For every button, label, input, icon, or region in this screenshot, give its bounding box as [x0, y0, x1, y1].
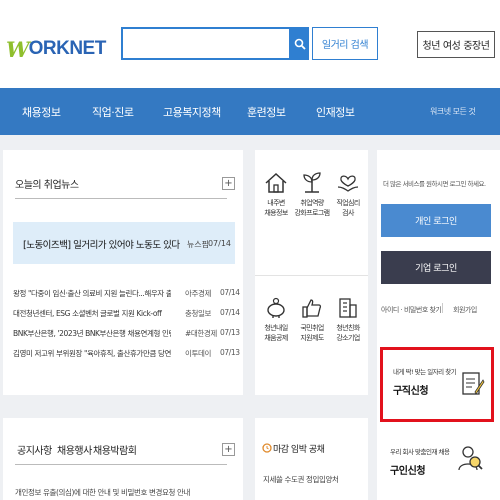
login-note: 더 많은 서비스를 원하시면 로그인 하세요.: [383, 180, 486, 188]
notice-item[interactable]: 개인정보 유출(의심)에 대한 안내 및 비밀번호 변경요청 안내: [15, 487, 190, 498]
news-item[interactable]: 왕정 "다중이 임신·출산 의료비 지원 늘린다...해우자 출산휴... 아주…: [13, 286, 240, 306]
talent-search-icon: [458, 446, 483, 471]
notice-panel: 공지사항 채용행사 채용박람회 + 개인정보 유출(의심)에 대한 안내 및 비…: [3, 418, 243, 500]
news-item-source: #대한경제: [185, 329, 217, 338]
service-label: 검사: [342, 209, 354, 217]
service-label: 내주변: [267, 199, 285, 207]
heart-hand-icon: [337, 175, 359, 192]
job-card-subtitle: 내게 딱! 맞는 일자리 찾기: [393, 368, 457, 376]
news-item[interactable]: BNK부산은행, '2023년 BNK부산은행 채용연계형 인턴십 체... #…: [13, 326, 240, 346]
notice-more-button[interactable]: +: [222, 443, 235, 456]
featured-news[interactable]: [노동이즈백] 일거리가 있어야 노동도 있다 뉴스핌 07/14: [13, 222, 235, 264]
service-label: 직업심리: [336, 199, 360, 207]
deadline-item[interactable]: 지세쓸 수도권 정입입양처: [263, 474, 339, 485]
news-item-title: BNK부산은행, '2023년 BNK부산은행 채용연계형 인턴십 체...: [13, 329, 171, 338]
service-employability[interactable]: 취업역량 강화프로그램: [293, 170, 331, 218]
hiring-application-card[interactable]: 우리 회사 맞춤인재 채용 구인신청: [380, 430, 494, 496]
news-item-date: 07/13: [220, 348, 240, 357]
deadline-title: 마감 임박 공채: [273, 445, 325, 455]
sprout-icon: [303, 172, 321, 193]
quick-link-middle-aged[interactable]: 중장년: [463, 37, 490, 52]
divider: [442, 303, 443, 313]
logo-initial: W: [6, 36, 30, 62]
service-youth-savings[interactable]: 청년내일 채움공제: [257, 295, 295, 343]
news-item-date: 07/13: [220, 328, 240, 337]
house-icon: [265, 172, 287, 193]
service-label: 청년친화: [336, 324, 360, 332]
nav-training[interactable]: 훈련정보: [247, 88, 286, 135]
featured-news-date: 07/14: [207, 239, 231, 248]
hire-card-subtitle: 우리 회사 맞춤인재 채용: [390, 448, 450, 456]
piggy-bank-icon: [267, 297, 285, 318]
divider: [15, 464, 227, 465]
featured-news-source: 뉴스핌: [186, 240, 209, 249]
search-input[interactable]: [121, 27, 291, 60]
nav-welfare-policy[interactable]: 고용복지정책: [163, 88, 221, 135]
plus-icon: +: [224, 177, 233, 189]
service-label: 강소기업: [336, 334, 360, 342]
service-label: 채움공제: [264, 334, 288, 342]
service-label: 청년내일: [264, 324, 288, 332]
worknet-logo[interactable]: W ORKNET: [6, 36, 107, 62]
tab-notices[interactable]: 공지사항: [17, 442, 52, 457]
nav-all-menu[interactable]: 워크넷 모든 것: [430, 88, 476, 135]
nav-job-info[interactable]: 채용정보: [22, 88, 61, 135]
news-tab[interactable]: 오늘의 취업뉴스: [15, 176, 79, 191]
service-label: 지원제도: [300, 334, 324, 342]
alarm-clock-icon: [262, 443, 272, 453]
search-icon: [294, 38, 306, 50]
search-button[interactable]: [291, 27, 309, 60]
building-icon: [339, 298, 357, 318]
news-item-date: 07/14: [220, 288, 240, 297]
site-header: W ORKNET 일거리 검색 청년 여성 중장년: [0, 0, 500, 88]
audience-quick-links: 청년 여성 중장년: [417, 31, 495, 58]
service-employment-support[interactable]: 국민취업 지원제도: [293, 295, 331, 343]
news-item-date: 07/14: [220, 308, 240, 317]
personal-login-button[interactable]: 개인 로그인: [381, 204, 491, 237]
tab-job-fairs[interactable]: 채용박람회: [93, 442, 137, 457]
quick-link-women[interactable]: 여성: [443, 37, 461, 52]
service-label: 강화프로그램: [294, 209, 330, 217]
news-item-source: 아주경제: [185, 289, 211, 298]
featured-news-title: [노동이즈백] 일거리가 있어야 노동도 있다: [23, 240, 180, 251]
divider: [255, 275, 368, 276]
news-item[interactable]: 김영미 저고위 부위원장 "육아휴직, 출산휴가만큼 당연히 여... 이투데이…: [13, 346, 240, 366]
logo-text: ORKNET: [28, 38, 107, 59]
news-item[interactable]: 대전청년센터, ESG 소셜벤처 글로벌 지원 Kick-off 충청일보 07…: [13, 306, 240, 326]
sign-up-link[interactable]: 회원가입: [453, 305, 477, 315]
thumbs-up-icon: [302, 299, 322, 318]
service-label: 채용정보: [264, 209, 288, 217]
service-nearby-jobs[interactable]: 내주변 채용정보: [257, 170, 295, 218]
job-application-card[interactable]: 내게 딱! 맞는 일자리 찾기 구직신청: [380, 347, 494, 422]
job-card-title: 구직신청: [393, 386, 429, 397]
nav-career[interactable]: 직업·진로: [92, 88, 134, 135]
deadline-panel: 마감 임박 공채 지세쓸 수도권 정입입양처: [255, 418, 368, 500]
login-panel: 더 많은 서비스를 원하시면 로그인 하세요. 개인 로그인 기업 로그인 아이…: [377, 150, 500, 500]
service-label: 국민취업: [300, 324, 324, 332]
application-form-icon: [462, 372, 485, 395]
service-youth-friendly-companies[interactable]: 청년친화 강소기업: [329, 295, 367, 343]
news-item-title: 김영미 저고위 부위원장 "육아휴직, 출산휴가만큼 당연히 여...: [13, 349, 171, 358]
news-item-title: 대전청년센터, ESG 소셜벤처 글로벌 지원 Kick-off: [13, 309, 162, 318]
find-id-password-link[interactable]: 아이디 · 비밀번호 찾기: [381, 305, 442, 315]
news-panel: 오늘의 취업뉴스 + [노동이즈백] 일거리가 있어야 노동도 있다 뉴스핌 0…: [3, 150, 243, 395]
news-item-source: 충청일보: [185, 309, 211, 318]
tab-hiring-events[interactable]: 채용행사: [57, 442, 92, 457]
news-list: 왕정 "다중이 임신·출산 의료비 지원 늘린다...해우자 출산휴... 아주…: [13, 286, 240, 366]
divider: [15, 198, 227, 199]
service-aptitude-test[interactable]: 직업심리 검사: [329, 170, 367, 218]
service-label: 취업역량: [300, 199, 324, 207]
quick-link-youth[interactable]: 청년: [423, 37, 441, 52]
job-search-button[interactable]: 일거리 검색: [312, 27, 378, 60]
news-item-source: 이투데이: [185, 349, 211, 358]
news-more-button[interactable]: +: [222, 177, 235, 190]
nav-talent[interactable]: 인재정보: [316, 88, 355, 135]
company-login-button[interactable]: 기업 로그인: [381, 251, 491, 284]
main-nav: 채용정보 직업·진로 고용복지정책 훈련정보 인재정보 워크넷 모든 것: [0, 88, 500, 135]
services-panel: 내주변 채용정보 취업역량 강화프로그램 직업심리 검사 청년내일 채움공제 국…: [255, 150, 368, 395]
hire-card-title: 구인신청: [390, 466, 426, 477]
news-item-title: 왕정 "다중이 임신·출산 의료비 지원 늘린다...해우자 출산휴...: [13, 289, 171, 298]
plus-icon: +: [224, 443, 233, 455]
